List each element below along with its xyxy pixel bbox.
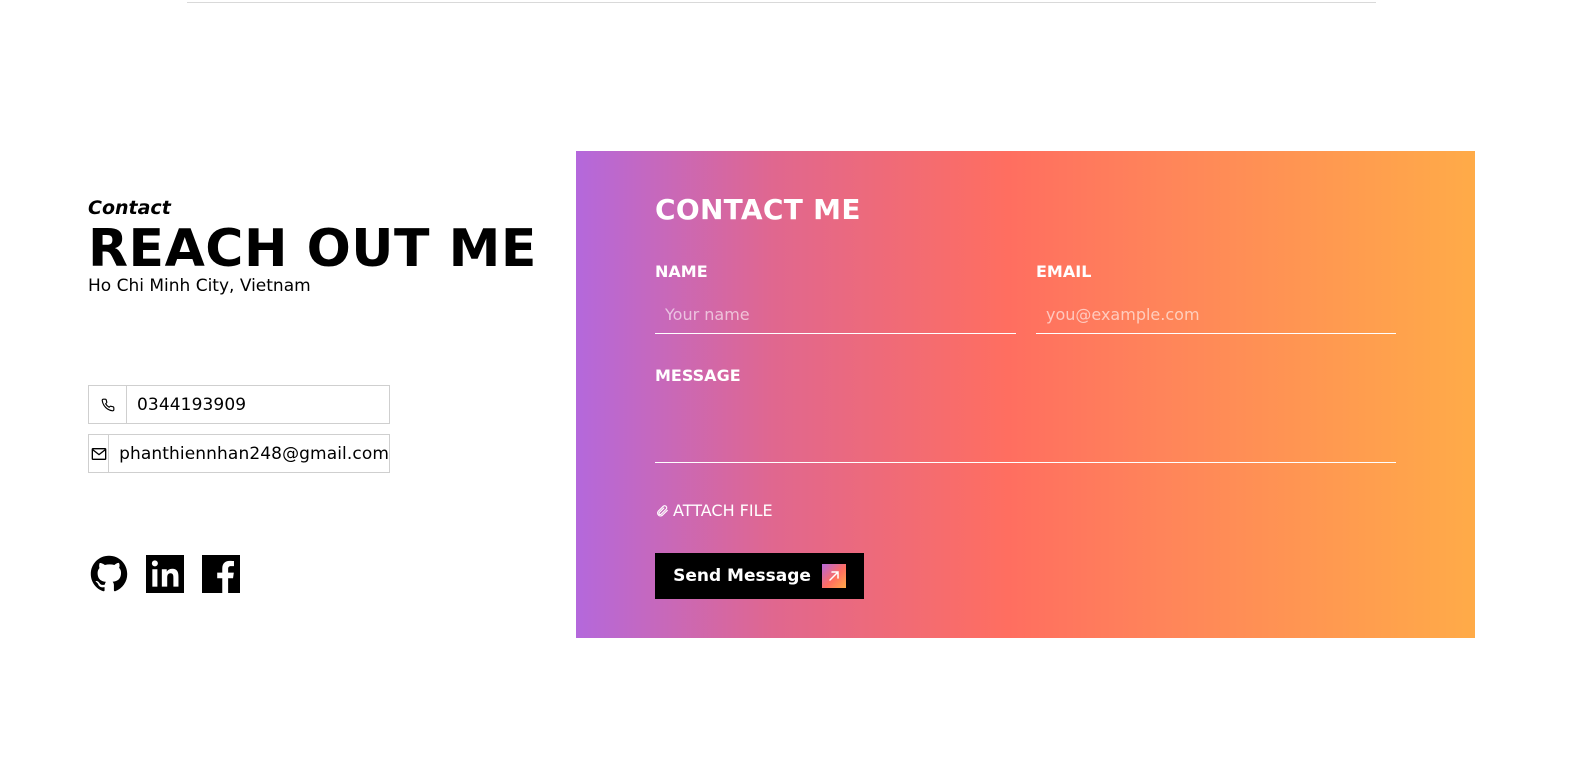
page-title: REACH OUT ME	[88, 219, 537, 279]
phone-icon	[89, 386, 127, 423]
top-divider	[187, 2, 1376, 3]
phone-number: 0344193909	[137, 394, 247, 415]
section-eyebrow: Contact	[88, 197, 171, 219]
github-icon[interactable]	[90, 555, 128, 593]
mail-icon	[89, 435, 110, 472]
email-input[interactable]	[1036, 295, 1396, 334]
contact-form-panel: CONTACT ME NAME EMAIL MESSAGE ATTACH FIL…	[576, 151, 1475, 638]
social-links	[90, 555, 240, 593]
name-input[interactable]	[655, 295, 1016, 334]
facebook-icon[interactable]	[202, 555, 240, 593]
form-title: CONTACT ME	[655, 193, 861, 226]
send-message-button[interactable]: Send Message	[655, 553, 864, 599]
contact-intro: Contact REACH OUT ME Ho Chi Minh City, V…	[88, 195, 537, 297]
email-address: phanthiennhan248@gmail.com	[119, 443, 389, 464]
arrow-up-right-icon	[821, 564, 846, 588]
message-input[interactable]	[655, 395, 1396, 463]
paperclip-icon	[657, 504, 668, 516]
attach-file-label: ATTACH FILE	[673, 501, 773, 520]
name-label: NAME	[655, 262, 708, 281]
email-contact[interactable]: phanthiennhan248@gmail.com	[88, 434, 390, 473]
phone-contact[interactable]: 0344193909	[88, 385, 390, 424]
attach-file-button[interactable]: ATTACH FILE	[655, 501, 773, 520]
message-label: MESSAGE	[655, 366, 741, 385]
email-label: EMAIL	[1036, 262, 1092, 281]
linkedin-icon[interactable]	[146, 555, 184, 593]
send-message-label: Send Message	[673, 566, 811, 586]
